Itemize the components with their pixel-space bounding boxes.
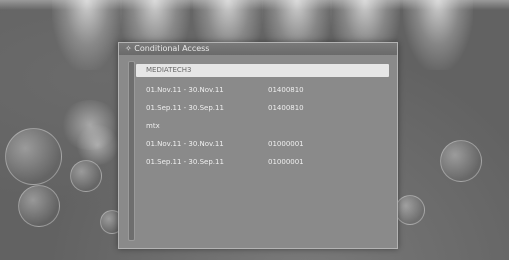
subscription-dates: 01.Sep.11 - 30.Sep.11	[146, 158, 224, 166]
spotlight-beam	[403, 0, 473, 70]
bubble-decoration	[395, 195, 425, 225]
provider-label: mtx	[146, 122, 160, 130]
subscription-id: 01000001	[268, 140, 304, 148]
subscription-id: 01400810	[268, 104, 304, 112]
subscription-dates: 01.Nov.11 - 30.Nov.11	[146, 86, 224, 94]
list-item-provider[interactable]: MEDIATECH3	[136, 64, 389, 77]
list-item-subscription[interactable]: 01.Sep.11 - 30.Sep.11 01400810	[136, 99, 389, 117]
list-item-provider[interactable]: mtx	[136, 117, 389, 135]
conditional-access-dialog: ✧ Conditional Access MEDIATECH3 01.Nov.1…	[118, 42, 398, 249]
subscription-dates: 01.Sep.11 - 30.Sep.11	[146, 104, 224, 112]
bubble-decoration	[440, 140, 482, 182]
list-item-subscription[interactable]: 01.Sep.11 - 30.Sep.11 01000001	[136, 153, 389, 171]
spotlight-beam	[52, 0, 122, 70]
scrollbar[interactable]	[128, 61, 135, 241]
subscription-id: 01400810	[268, 86, 304, 94]
bubble-decoration	[18, 185, 60, 227]
list-item-subscription[interactable]: 01.Nov.11 - 30.Nov.11 01000001	[136, 135, 389, 153]
provider-label: MEDIATECH3	[146, 66, 192, 74]
dialog-header: ✧ Conditional Access	[119, 43, 397, 55]
subscription-list: MEDIATECH3 01.Nov.11 - 30.Nov.11 0140081…	[136, 64, 389, 171]
subscription-dates: 01.Nov.11 - 30.Nov.11	[146, 140, 224, 148]
bubble-decoration	[70, 160, 102, 192]
list-item-subscription[interactable]: 01.Nov.11 - 30.Nov.11 01400810	[136, 81, 389, 99]
dialog-title: ✧ Conditional Access	[125, 44, 210, 53]
subscription-id: 01000001	[268, 158, 304, 166]
bubble-decoration	[5, 128, 62, 185]
flower-decoration	[75, 125, 120, 165]
